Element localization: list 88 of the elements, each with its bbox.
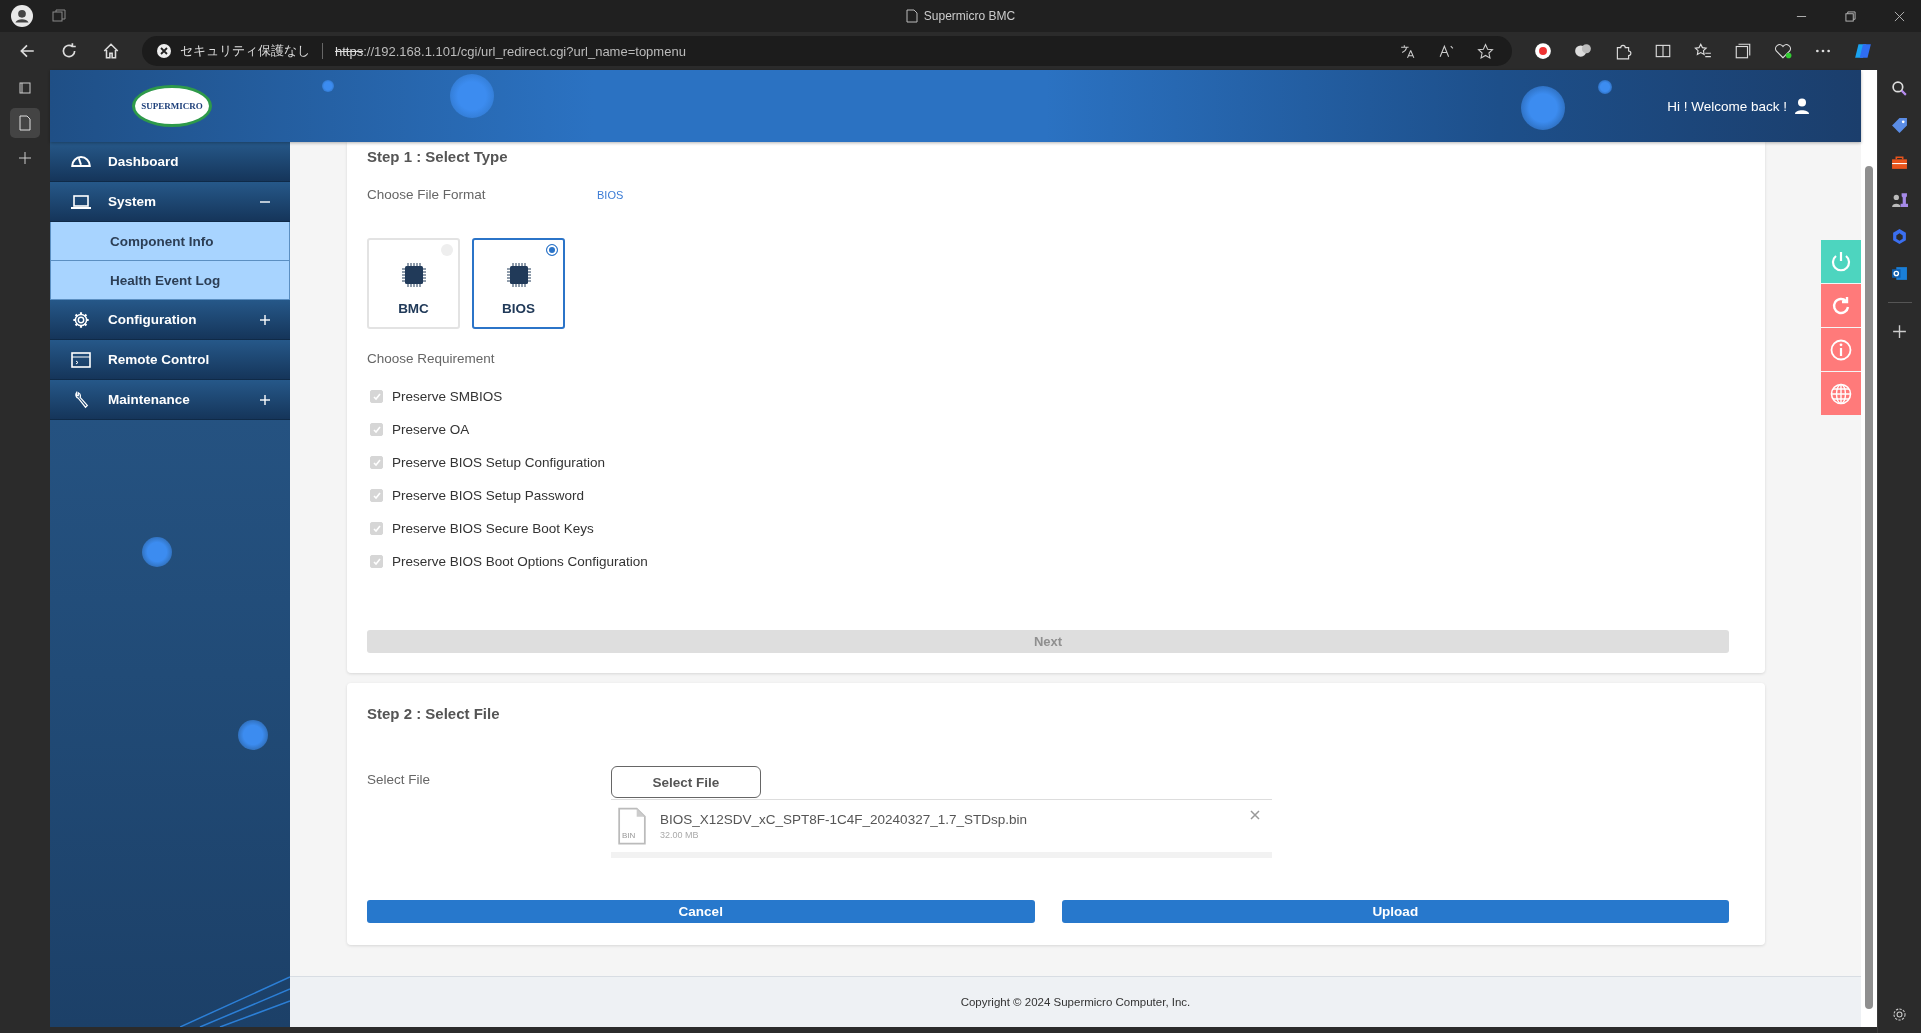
type-option[interactable]: BIOS [472,238,565,329]
star-icon[interactable] [1477,42,1494,60]
expand-icon[interactable] [260,314,270,325]
bubble-decoration [450,74,494,118]
upload-button[interactable]: Upload [1061,900,1729,923]
translate-icon[interactable] [1399,42,1416,60]
step-title: Step 1 : Select Type [367,148,509,165]
field-label: Choose Requirement [367,351,496,366]
scrollbar[interactable] [1861,70,1877,1027]
checkbox-label: Preserve BIOS Setup Configuration [392,455,606,470]
info-icon [1829,337,1853,362]
greeting-text: Hi ! Welcome back ! [1667,98,1787,114]
tab-actions-icon[interactable] [17,80,33,96]
globe-icon [1829,381,1853,406]
copilot-icon[interactable] [1891,228,1908,245]
checkbox-label: Preserve BIOS Boot Options Configuration [392,554,648,569]
reload-icon[interactable] [60,42,78,60]
workspaces-icon[interactable] [51,8,67,24]
file-size: 32.00 MB [660,830,700,840]
remove-icon[interactable] [1250,810,1260,820]
field-label: Choose File Format [367,187,487,202]
restore-icon[interactable] [1845,10,1856,22]
laptop-icon [71,192,91,211]
security-label: セキュリティ保護なし [180,42,310,60]
copyright-text: Copyright © 2024 Supermicro Computer, Inc. [960,996,1191,1008]
bubble-decoration [1598,80,1612,94]
checkbox-label: Preserve BIOS Setup Password [392,488,585,503]
bubble-decoration [142,537,172,567]
add-icon[interactable] [1891,323,1908,340]
gear-icon [71,310,91,329]
page-icon [905,9,918,23]
logo: SUPERMICRO [132,85,212,127]
page-icon [17,115,33,131]
nav-item[interactable]: Maintenance [50,380,290,420]
browser-tab[interactable] [10,108,40,138]
read-aloud-icon[interactable] [1438,42,1455,60]
window-title: Supermicro BMC [923,9,1016,23]
warning-icon [156,43,172,59]
chess-icon[interactable] [1891,191,1908,208]
checkbox-label: Preserve OA [392,422,470,437]
file-format-value: BIOS [597,188,624,201]
url-text: https://192.168.1.101/cgi/url_redirect.cgi?url_name=topmenu [335,43,686,59]
select-file-button[interactable]: Select File [611,766,761,798]
record-icon[interactable] [1534,42,1552,60]
checkbox-label: Preserve BIOS Secure Boot Keys [392,521,594,536]
console-icon [71,350,91,369]
profile-icon[interactable] [11,5,33,27]
step-title: Step 2 : Select File [367,705,501,722]
submenu-item[interactable]: Component Info [50,222,290,261]
bubble-decoration [322,80,334,92]
heart-icon[interactable] [1774,42,1792,60]
nav-item[interactable]: System [50,182,290,222]
file-name: BIOS_X12SDV_xC_SPT8F-1C4F_20240327_1.7_STDsp.bin [660,812,1027,827]
new-tab-icon[interactable] [17,150,33,166]
type-option[interactable]: BMC [367,238,460,329]
toolbox-icon[interactable] [1891,154,1908,171]
chip-icon [505,262,532,288]
split-screen-icon[interactable] [1654,42,1672,60]
gauge-icon [71,156,91,167]
expand-icon[interactable] [260,394,270,405]
settings-icon[interactable] [1891,1006,1908,1023]
submenu-item[interactable]: Health Event Log [50,261,290,300]
field-label: Select File [367,771,432,789]
address-bar[interactable]: セキュリティ保護なし https://192.168.1.101/cgi/url_redirect.cgi?url_name=topmenu [142,36,1512,66]
user-icon[interactable] [1795,98,1809,114]
outlook-icon[interactable] [1891,265,1908,282]
search-icon[interactable] [1891,80,1908,97]
power-icon [1829,249,1853,274]
info-button[interactable] [1821,328,1861,371]
nav-item[interactable]: Remote Control [50,340,290,380]
bubble-decoration [238,720,268,750]
radio-button[interactable] [546,244,558,256]
extension-icon[interactable] [1574,42,1592,60]
nav-item[interactable]: Dashboard [50,142,290,182]
back-icon[interactable] [18,42,36,60]
favorites-icon[interactable] [1694,42,1712,60]
file-icon: BIN [618,807,646,845]
copilot-icon[interactable] [1854,42,1872,60]
cancel-button[interactable]: Cancel [367,900,1035,923]
close-icon[interactable] [1894,10,1905,22]
refresh-button[interactable] [1821,284,1861,327]
home-icon[interactable] [102,42,120,60]
bubble-decoration [1521,86,1565,130]
checkbox-label: Preserve SMBIOS [392,389,503,404]
tag-icon[interactable] [1891,117,1908,134]
puzzle-icon[interactable] [1614,42,1632,60]
chip-icon [400,262,427,288]
collections-icon[interactable] [1734,42,1752,60]
